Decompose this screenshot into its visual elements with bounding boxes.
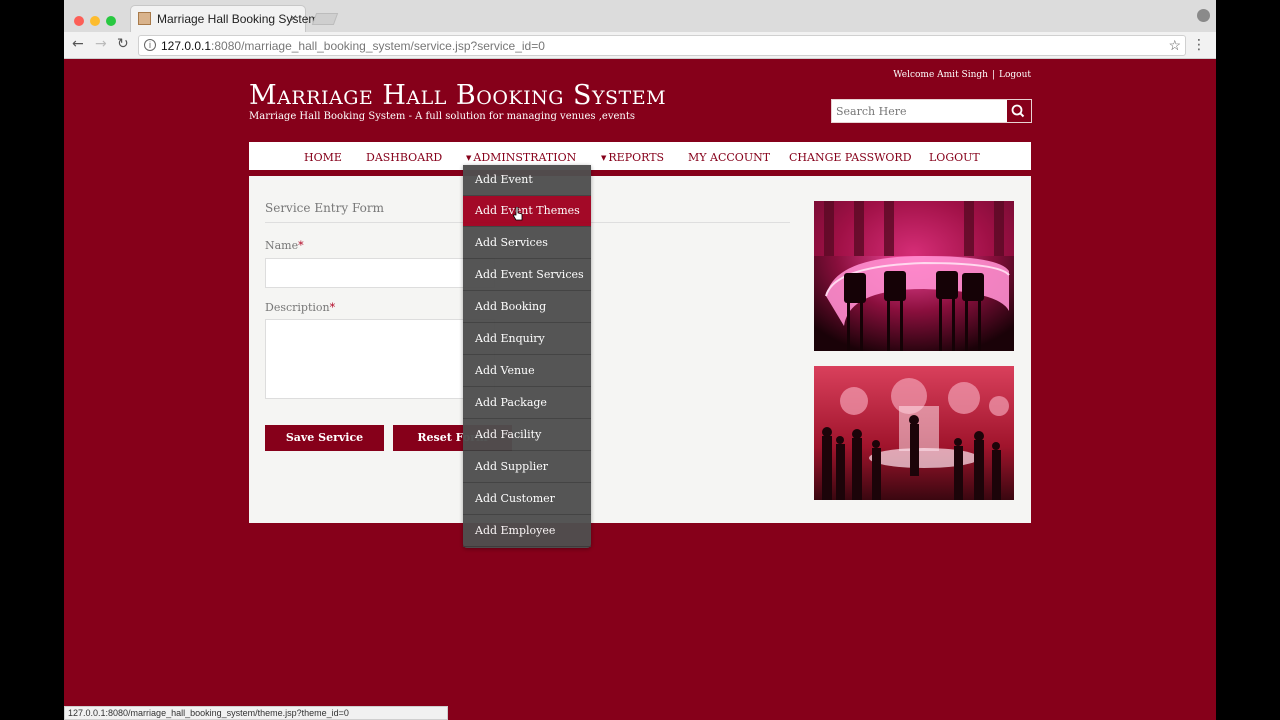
info-icon[interactable]: i <box>144 39 156 51</box>
status-bar: 127.0.0.1:8080/marriage_hall_booking_sys… <box>64 706 448 720</box>
content-panel: Service Entry Form Name* Description* Sa… <box>249 176 1031 523</box>
browser-tab[interactable]: Marriage Hall Booking System × <box>130 5 318 32</box>
close-window-icon[interactable] <box>74 16 84 26</box>
caret-down-icon: ▼ <box>466 154 472 162</box>
minimize-window-icon[interactable] <box>90 16 100 26</box>
save-service-button[interactable]: Save Service <box>265 425 384 451</box>
description-field[interactable] <box>265 319 495 399</box>
caret-down-icon: ▼ <box>601 154 607 162</box>
form-heading: Service Entry Form <box>265 201 384 215</box>
nav-change-password[interactable]: CHANGE PASSWORD <box>789 151 912 164</box>
favicon-icon <box>138 12 151 25</box>
menu-item-add-venue[interactable]: Add Venue <box>463 356 591 387</box>
nav-logout[interactable]: LOGOUT <box>929 151 980 164</box>
nav-administration[interactable]: ▼ ADMINSTRATION <box>466 151 576 164</box>
browser-menu-icon[interactable]: ⋮ <box>1192 37 1206 53</box>
menu-item-add-event-themes[interactable]: Add Event Themes <box>463 196 591 227</box>
main-nav: HOME DASHBOARD ▼ ADMINSTRATION ▼ REPORTS M… <box>249 142 1031 173</box>
separator: | <box>991 70 995 80</box>
forward-icon[interactable]: → <box>95 36 107 52</box>
site-subtitle: Marriage Hall Booking System - A full so… <box>249 111 635 122</box>
menu-item-add-enquiry[interactable]: Add Enquiry <box>463 324 591 355</box>
administration-dropdown: Add Event Add Event Themes Add Services … <box>463 165 591 548</box>
menu-item-add-event-services[interactable]: Add Event Services <box>463 260 591 291</box>
menu-item-add-facility[interactable]: Add Facility <box>463 420 591 451</box>
menu-item-add-supplier[interactable]: Add Supplier <box>463 452 591 483</box>
menu-item-add-services[interactable]: Add Services <box>463 228 591 259</box>
url-text: 127.0.0.1:8080/marriage_hall_booking_sys… <box>161 39 545 53</box>
address-bar[interactable]: i 127.0.0.1:8080/marriage_hall_booking_s… <box>138 35 1186 56</box>
window-controls <box>74 11 122 30</box>
welcome-text: Welcome Amit Singh <box>893 70 988 80</box>
new-tab-button[interactable] <box>311 13 339 25</box>
profile-icon[interactable] <box>1197 9 1210 22</box>
maximize-window-icon[interactable] <box>106 16 116 26</box>
reload-icon[interactable]: ↻ <box>117 36 129 52</box>
browser-window: Marriage Hall Booking System × ← → ↻ i 1… <box>64 0 1216 720</box>
user-greeting: Welcome Amit Singh | Logout <box>893 70 1031 80</box>
nav-home[interactable]: HOME <box>304 151 342 164</box>
venue-bar-image <box>814 201 1014 351</box>
header-logout-link[interactable]: Logout <box>999 70 1031 80</box>
wedding-reception-image <box>814 366 1014 500</box>
menu-item-add-event[interactable]: Add Event <box>463 165 591 196</box>
name-label: Name* <box>265 239 304 252</box>
bookmark-star-icon[interactable]: ☆ <box>1168 37 1181 54</box>
menu-item-add-booking[interactable]: Add Booking <box>463 292 591 323</box>
nav-dashboard[interactable]: DASHBOARD <box>366 151 442 164</box>
menu-item-add-package[interactable]: Add Package <box>463 388 591 419</box>
search-input[interactable] <box>832 100 1006 122</box>
menu-item-add-customer[interactable]: Add Customer <box>463 484 591 515</box>
site-title[interactable]: Marriage Hall Booking System <box>249 80 666 111</box>
nav-reports[interactable]: ▼ REPORTS <box>601 151 664 164</box>
description-label: Description* <box>265 301 336 314</box>
search-icon <box>1011 104 1025 118</box>
search-button[interactable] <box>1005 100 1031 122</box>
tab-close-icon[interactable]: × <box>290 11 297 25</box>
name-field[interactable] <box>265 258 495 288</box>
back-icon[interactable]: ← <box>72 36 84 52</box>
menu-item-add-employee[interactable]: Add Employee <box>463 516 591 547</box>
tab-strip: Marriage Hall Booking System × <box>64 0 1216 32</box>
nav-my-account[interactable]: MY ACCOUNT <box>688 151 770 164</box>
search-box <box>831 99 1032 123</box>
hand-cursor-icon <box>513 207 523 221</box>
toolbar: ← → ↻ i 127.0.0.1:8080/marriage_hall_boo… <box>64 32 1216 59</box>
